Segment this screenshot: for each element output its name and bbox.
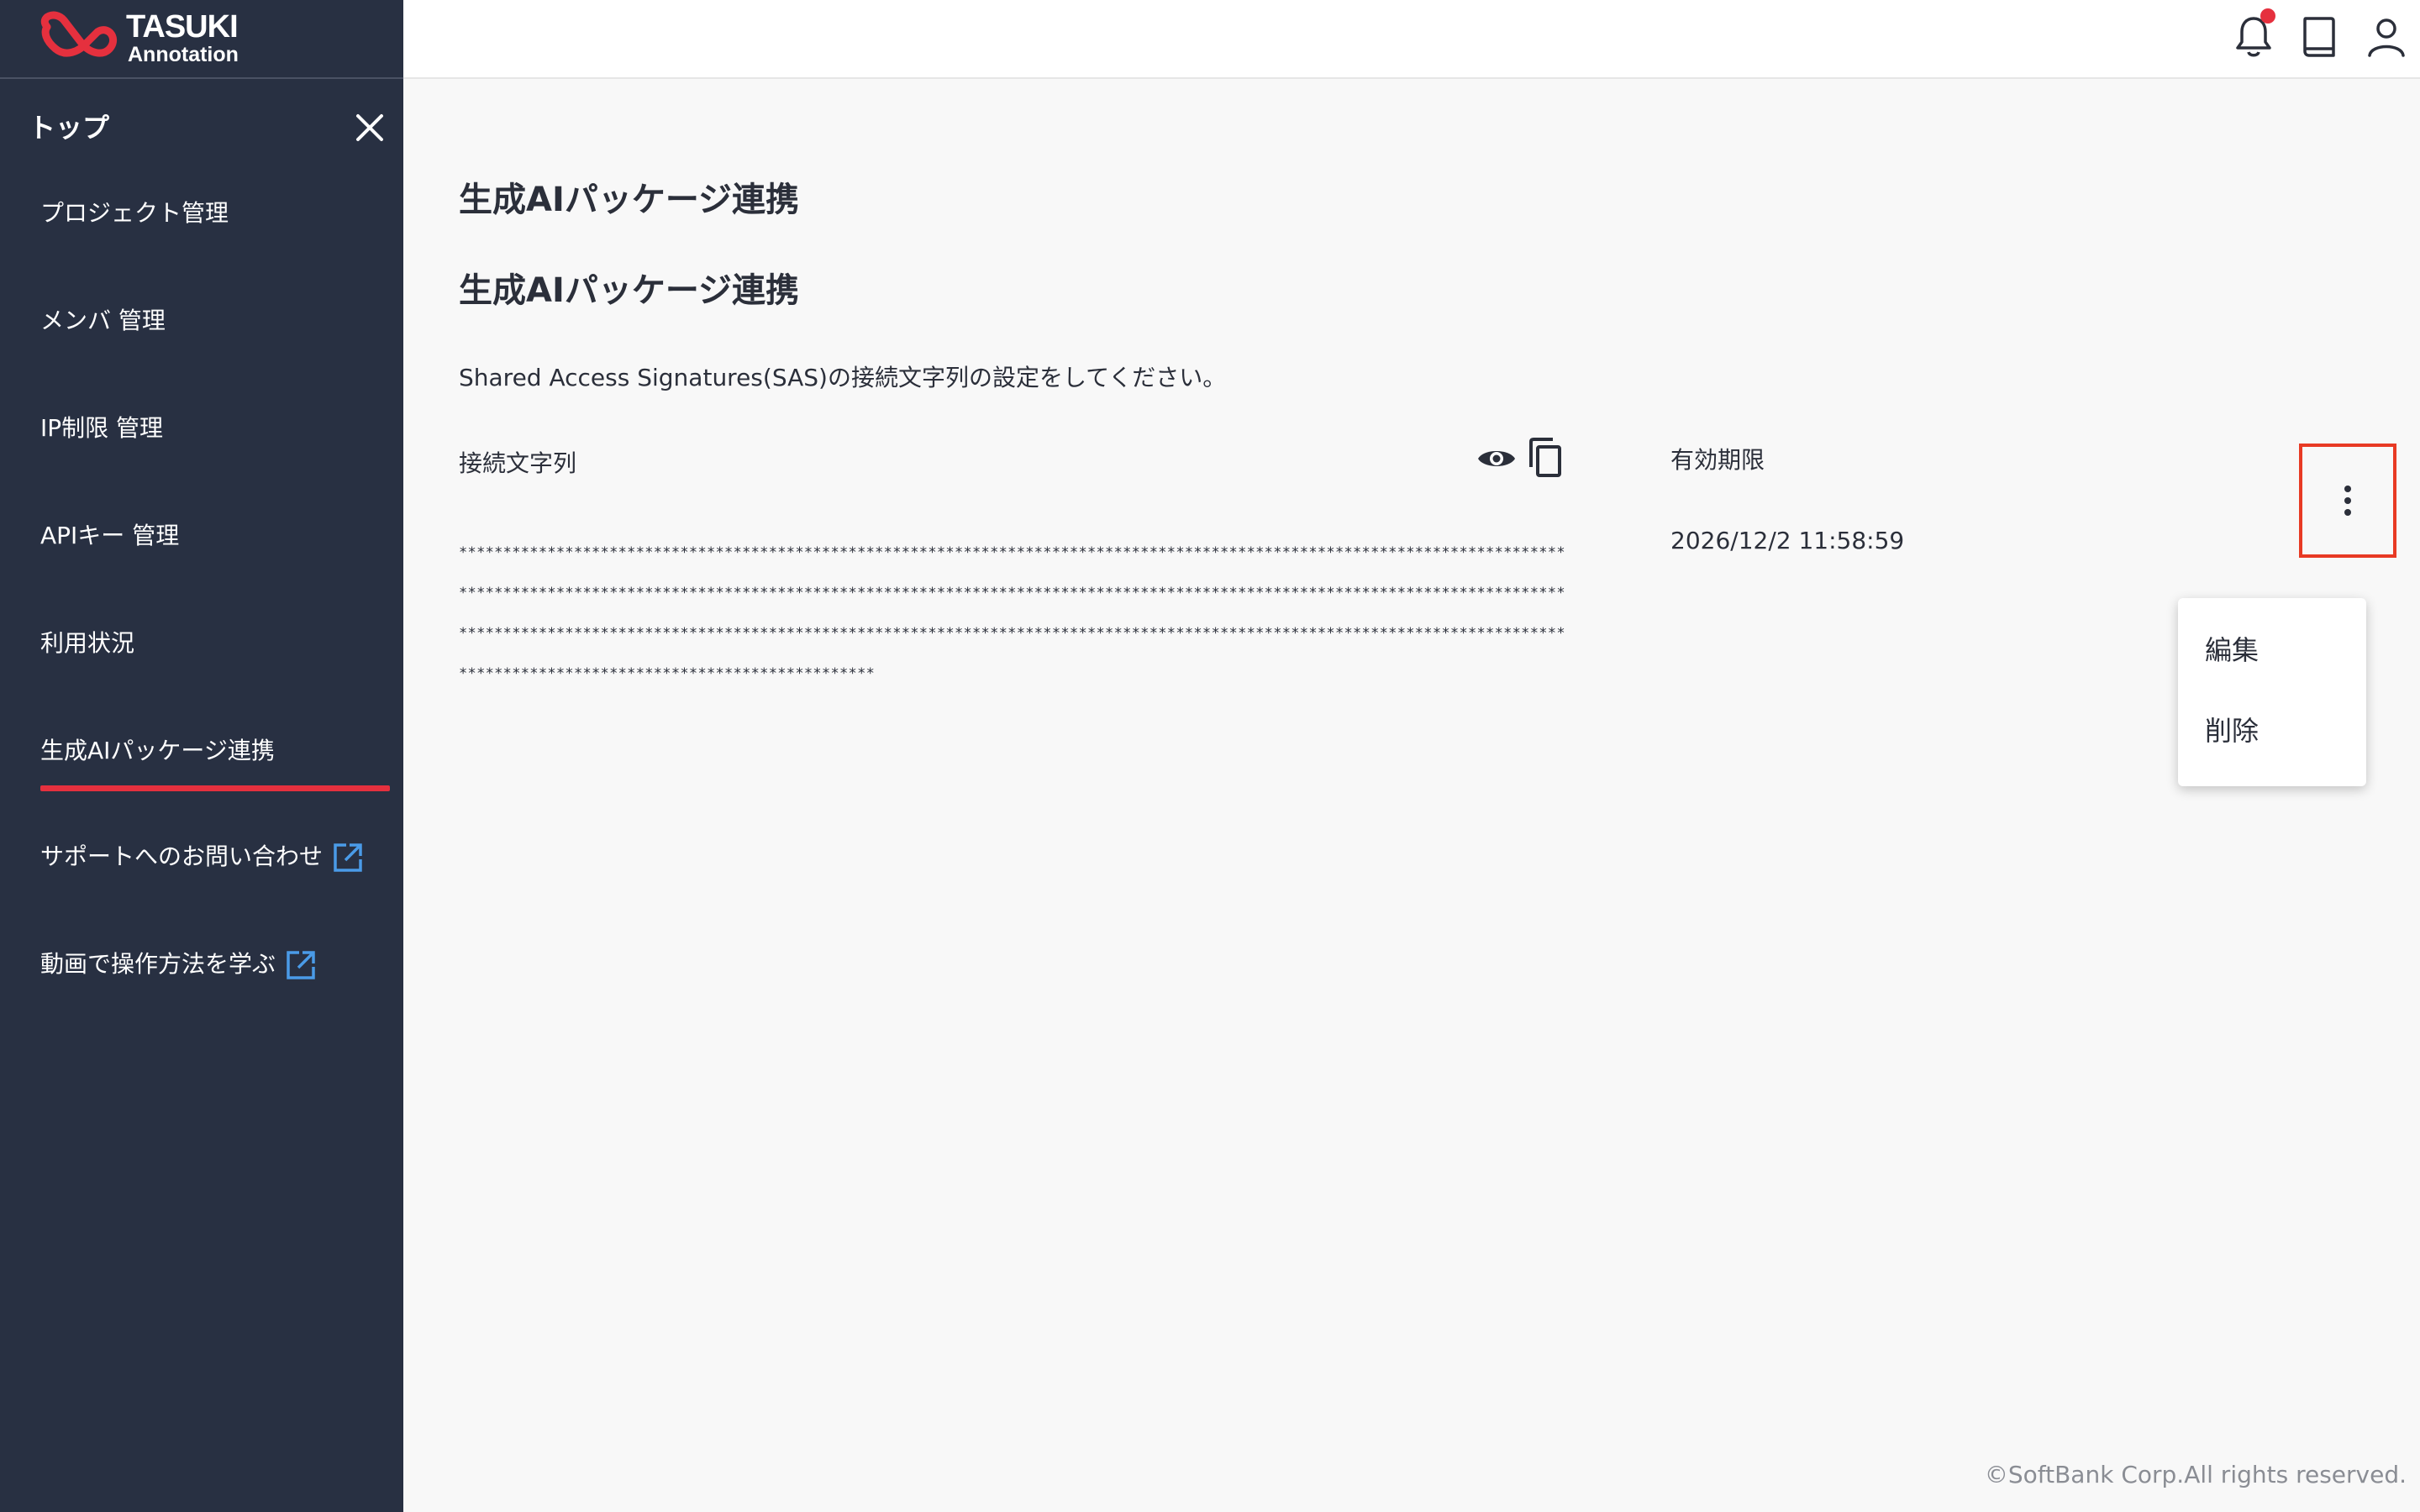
sidebar-item-label: 動画で操作方法を学ぶ bbox=[40, 950, 276, 978]
sidebar-item-api-key[interactable]: APIキー 管理 bbox=[40, 519, 179, 553]
eye-icon[interactable] bbox=[1476, 440, 1518, 477]
sidebar-item-ip-restriction[interactable]: IP制限 管理 bbox=[40, 412, 163, 445]
description-text: Shared Access Signatures(SAS)の接続文字列の設定をし… bbox=[459, 364, 1227, 391]
user-icon[interactable] bbox=[2361, 12, 2412, 62]
brand-name: TASUKI bbox=[126, 9, 239, 45]
expiry-value: 2026/12/2 11:58:59 bbox=[1670, 527, 1905, 554]
logo-bar: TASUKI Annotation bbox=[0, 0, 403, 79]
notification-badge bbox=[2260, 8, 2275, 24]
sidebar-top-label[interactable]: トップ bbox=[29, 109, 109, 146]
sidebar-item-genai-package[interactable]: 生成AIパッケージ連携 bbox=[40, 734, 275, 768]
active-indicator bbox=[40, 785, 390, 791]
close-icon[interactable] bbox=[351, 109, 388, 146]
sidebar-item-member[interactable]: メンバ 管理 bbox=[40, 304, 166, 338]
footer-copyright: ©SoftBank Corp.All rights reserved. bbox=[1984, 1461, 2407, 1488]
sidebar-item-label: サポートへのお問い合わせ bbox=[40, 843, 324, 870]
copy-icon[interactable] bbox=[1526, 437, 1565, 479]
expiry-label: 有効期限 bbox=[1670, 446, 1765, 474]
sidebar: TASUKI Annotation トップ プロジェクト管理 メンバ 管理 IP… bbox=[0, 0, 403, 1512]
page-title: 生成AIパッケージ連携 bbox=[459, 181, 800, 219]
sidebar-item-video[interactable]: 動画で操作方法を学ぶ bbox=[40, 948, 318, 982]
menu-item-edit[interactable]: 編集 bbox=[2205, 632, 2259, 669]
sidebar-item-support[interactable]: サポートへのお問い合わせ bbox=[40, 840, 365, 874]
connection-string-value: ****************************************… bbox=[459, 544, 1565, 682]
more-options-button[interactable] bbox=[2299, 444, 2396, 558]
external-link-icon bbox=[334, 843, 362, 872]
kebab-icon bbox=[2344, 486, 2351, 516]
sidebar-item-usage[interactable]: 利用状況 bbox=[40, 627, 134, 660]
brand-subtitle: Annotation bbox=[128, 43, 239, 66]
section-title: 生成AIパッケージ連携 bbox=[459, 271, 800, 310]
connection-string-label: 接続文字列 bbox=[459, 449, 577, 477]
book-icon[interactable] bbox=[2294, 12, 2344, 62]
external-link-icon bbox=[287, 951, 315, 979]
menu-item-delete[interactable]: 削除 bbox=[2205, 712, 2259, 749]
top-bar bbox=[403, 0, 2420, 79]
sidebar-item-project[interactable]: プロジェクト管理 bbox=[40, 197, 229, 230]
options-menu: 編集 削除 bbox=[2178, 598, 2366, 786]
tasuki-logo-icon bbox=[41, 11, 118, 57]
